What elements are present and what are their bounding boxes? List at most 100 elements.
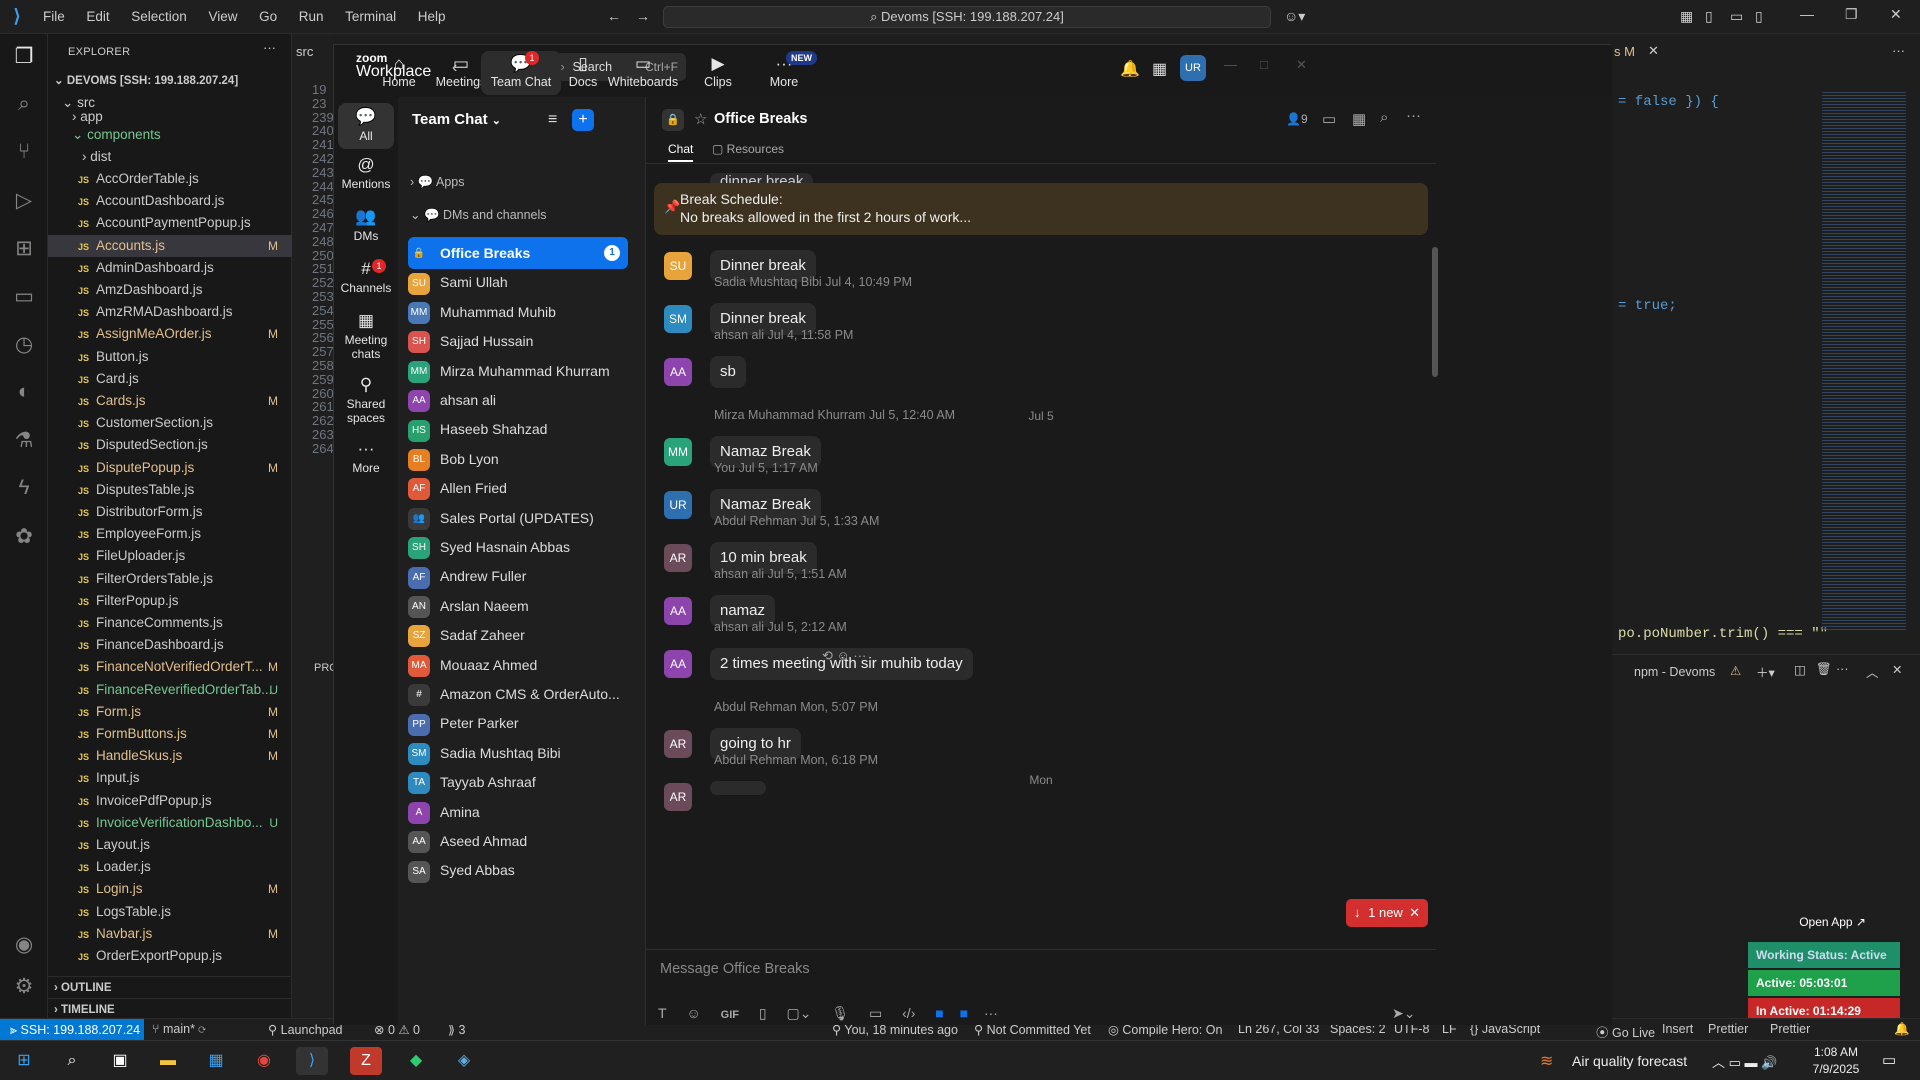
- new-messages-button[interactable]: ↓ 1 new ✕: [1346, 899, 1428, 927]
- rail-dms[interactable]: 👥 DMs: [338, 207, 394, 243]
- channel-item[interactable]: AF Andrew Fuller: [408, 560, 628, 592]
- notification-bell-icon[interactable]: 🔔: [1120, 59, 1140, 79]
- compose-button[interactable]: +: [572, 109, 594, 131]
- file-item[interactable]: JS AmzRMADashboard.js: [48, 301, 292, 323]
- file-item[interactable]: JS Layout.js: [48, 834, 292, 856]
- file-item[interactable]: JS Button.js: [48, 346, 292, 368]
- tab-chat[interactable]: Chat: [668, 142, 694, 162]
- editor-more-icon[interactable]: ···: [1892, 43, 1905, 58]
- folder-dist[interactable]: › dist: [48, 146, 292, 168]
- message-avatar[interactable]: SU: [664, 252, 692, 280]
- back-arrow-icon[interactable]: ←: [607, 8, 621, 24]
- file-item[interactable]: JS Login.js M: [48, 878, 292, 900]
- channel-item[interactable]: SH Syed Hasnain Abbas: [408, 531, 628, 563]
- close-panel-icon[interactable]: ✕: [1892, 662, 1902, 677]
- editor-tab-status[interactable]: s M: [1614, 44, 1635, 59]
- file-item[interactable]: JS DisputedSection.js: [48, 434, 292, 456]
- message-avatar[interactable]: SM: [664, 305, 692, 333]
- file-item[interactable]: JS AdminDashboard.js: [48, 257, 292, 279]
- weather-label[interactable]: Air quality forecast: [1572, 1053, 1687, 1069]
- app-taskbar-icon[interactable]: ◆: [400, 1047, 432, 1075]
- source-control-icon[interactable]: ⑂: [0, 140, 48, 164]
- settings-gear-icon[interactable]: ⚙: [0, 974, 48, 999]
- screenshot-icon[interactable]: ▢⌄: [786, 1005, 811, 1021]
- file-item[interactable]: JS AssignMeAOrder.js M: [48, 323, 292, 345]
- git-graph-icon[interactable]: ◐: [0, 380, 48, 404]
- zoom-taskbar-icon[interactable]: Z: [350, 1047, 382, 1075]
- pinned-banner[interactable]: 📌 Break Schedule: No breaks allowed in t…: [654, 183, 1428, 235]
- channel-item[interactable]: SM Sadia Mushtaq Bibi: [408, 737, 628, 769]
- folder-components[interactable]: ⌄ components: [48, 124, 292, 146]
- dismiss-icon[interactable]: ✕: [1409, 899, 1420, 927]
- rail-channels[interactable]: # Channels 1: [338, 259, 394, 295]
- more-options-icon[interactable]: ···: [984, 1005, 998, 1021]
- terminal-more-icon[interactable]: ···: [1836, 662, 1849, 676]
- zoom-close-icon[interactable]: ✕: [1296, 57, 1307, 73]
- gif-button[interactable]: GIF: [721, 1009, 739, 1021]
- timeline-section[interactable]: › TIMELINE: [48, 998, 292, 1020]
- message-sender[interactable]: ahsan ali Jul 4, 11:58 PM: [714, 328, 853, 342]
- clock-time[interactable]: 1:08 AM: [1808, 1045, 1864, 1059]
- chat-title[interactable]: Office Breaks: [714, 111, 808, 127]
- star-icon[interactable]: ☆: [694, 110, 707, 128]
- attach-file-icon[interactable]: ▯: [759, 1005, 767, 1021]
- files-icon[interactable]: ❐: [0, 44, 48, 69]
- launchpad-button[interactable]: ⚲ Launchpad: [268, 1022, 343, 1037]
- minimap[interactable]: [1822, 90, 1906, 630]
- chrome-icon[interactable]: ◉: [248, 1047, 280, 1075]
- file-item[interactable]: JS Accounts.js M: [48, 234, 292, 257]
- file-item[interactable]: JS FinanceComments.js: [48, 612, 292, 634]
- close-icon[interactable]: ✕: [1890, 6, 1902, 23]
- forward-arrow-icon[interactable]: →: [636, 8, 650, 24]
- prettier-status-2[interactable]: Prettier: [1770, 1022, 1810, 1036]
- file-item[interactable]: JS Input.js: [48, 767, 292, 789]
- channel-item[interactable]: MM Mirza Muhammad Khurram: [408, 355, 628, 387]
- maximize-panel-icon[interactable]: ︿: [1866, 662, 1879, 681]
- editor-tab-label[interactable]: src: [296, 44, 313, 59]
- run-debug-icon[interactable]: ▷: [0, 188, 48, 213]
- channel-item[interactable]: AA Aseed Ahmad: [408, 825, 628, 857]
- file-item[interactable]: JS FormButtons.js M: [48, 723, 292, 745]
- file-item[interactable]: JS AccountPaymentPopup.js: [48, 212, 292, 234]
- file-item[interactable]: JS DisputePopup.js M: [48, 457, 292, 479]
- channel-item[interactable]: MM Muhammad Muhib: [408, 296, 628, 328]
- clock-date[interactable]: 7/9/2025: [1806, 1062, 1866, 1076]
- explorer-more-icon[interactable]: ···: [263, 40, 276, 55]
- file-item[interactable]: JS OrderExportPopup.js: [48, 945, 292, 967]
- minimize-icon[interactable]: —: [1800, 6, 1814, 22]
- file-item[interactable]: JS FinanceNotVerifiedOrderT... M: [48, 656, 292, 678]
- remote-explorer-icon[interactable]: ▭: [0, 284, 48, 309]
- file-item[interactable]: JS CustomerSection.js: [48, 412, 292, 434]
- file-item[interactable]: JS Loader.js: [48, 856, 292, 878]
- testing-icon[interactable]: ⚗: [0, 428, 48, 453]
- trash-icon[interactable]: 🗑: [1816, 662, 1832, 677]
- app-integration-icon[interactable]: ■: [935, 1005, 943, 1021]
- channel-item[interactable]: AN Arslan Naeem: [408, 590, 628, 622]
- search-icon[interactable]: ⌕: [56, 1047, 88, 1075]
- file-item[interactable]: JS FinanceReverifiedOrderTab... U: [48, 679, 292, 701]
- zoom-minimize-icon[interactable]: —: [1224, 57, 1237, 72]
- member-count[interactable]: 👤9: [1286, 112, 1308, 126]
- bell-icon[interactable]: 🔔: [1894, 1022, 1910, 1037]
- file-item[interactable]: JS LogsTable.js: [48, 901, 292, 923]
- rail-mentions[interactable]: @ Mentions: [338, 155, 394, 191]
- file-item[interactable]: JS Navbar.js M: [48, 923, 292, 945]
- open-app-button[interactable]: Open App ↗: [1750, 912, 1870, 932]
- branch-indicator[interactable]: ⑂ main* ⟳: [152, 1022, 206, 1036]
- toggle-secondary-icon[interactable]: ▯: [1755, 8, 1763, 25]
- calendar-icon[interactable]: ▦: [1152, 59, 1167, 79]
- format-text-icon[interactable]: T: [658, 1005, 667, 1021]
- outline-section[interactable]: › OUTLINE: [48, 976, 292, 998]
- menu-edit[interactable]: Edit: [86, 9, 109, 24]
- file-item[interactable]: JS FileUploader.js: [48, 545, 292, 567]
- vscode-taskbar-icon[interactable]: ⟩: [296, 1047, 328, 1075]
- message-actions[interactable]: ⟲ ☺ ···: [822, 648, 866, 664]
- add-terminal-icon[interactable]: ＋▾: [1756, 662, 1775, 681]
- menu-selection[interactable]: Selection: [131, 9, 187, 24]
- file-item[interactable]: JS DistributorForm.js: [48, 501, 292, 523]
- message-sender[interactable]: ahsan ali Jul 5, 1:51 AM: [714, 567, 847, 581]
- channel-item[interactable]: A Amina: [408, 796, 628, 828]
- account-icon[interactable]: ◉: [0, 932, 48, 957]
- python-icon[interactable]: ✿: [0, 524, 48, 549]
- message-sender[interactable]: Abdul Rehman Mon, 6:18 PM: [714, 753, 878, 767]
